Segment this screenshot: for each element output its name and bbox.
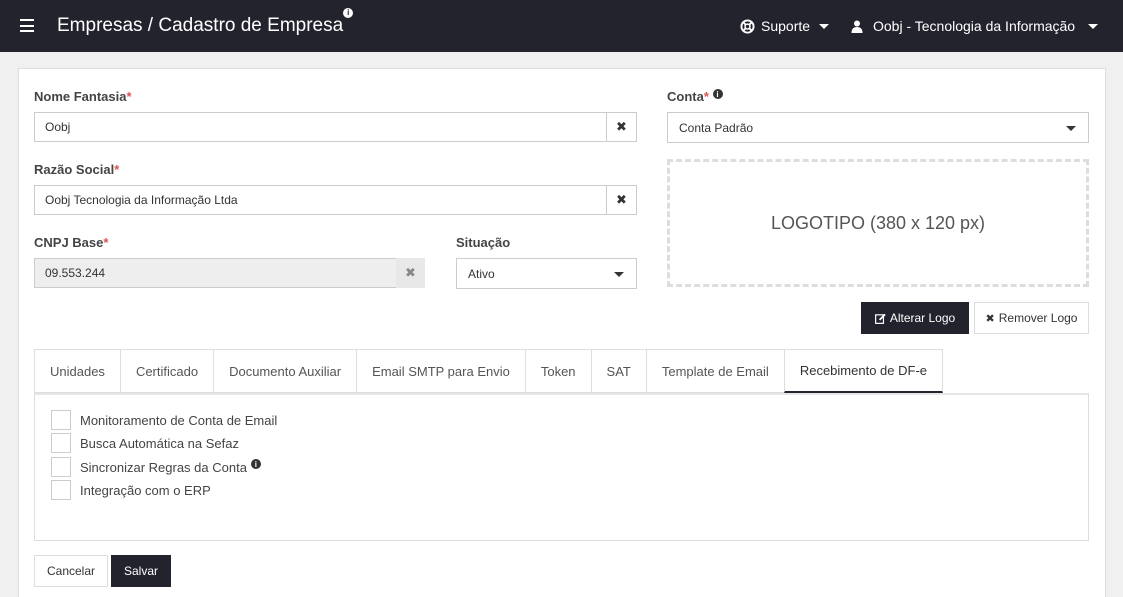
- close-icon: ✖: [985, 312, 995, 325]
- tab-template-email[interactable]: Template de Email: [645, 349, 784, 393]
- checkbox[interactable]: [51, 480, 71, 500]
- edit-icon: [874, 313, 886, 324]
- top-navbar: Empresas / Cadastro de Empresai Suporte …: [0, 0, 1123, 52]
- support-label: Suporte: [761, 18, 811, 34]
- logo-placeholder: LOGOTIPO (380 x 120 px): [667, 159, 1089, 287]
- option-integracao-erp[interactable]: Integração com o ERP: [51, 480, 211, 500]
- lifebuoy-icon: [740, 18, 755, 34]
- conta-label: Conta* i: [667, 89, 723, 104]
- info-icon[interactable]: i: [712, 89, 723, 99]
- situacao-value: Ativo: [468, 266, 495, 281]
- cnpj-base-field: [34, 258, 397, 288]
- tab-unidades[interactable]: Unidades: [34, 349, 120, 393]
- cnpj-base-clear-button: ✖: [396, 258, 425, 288]
- conta-select[interactable]: Conta Padrão: [667, 112, 1089, 143]
- page-title: Empresas / Cadastro de Empresai: [57, 7, 354, 37]
- tab-certificado[interactable]: Certificado: [119, 349, 214, 393]
- change-logo-button[interactable]: Alterar Logo: [861, 302, 969, 334]
- nome-fantasia-field[interactable]: [34, 112, 607, 142]
- razao-social-label: Razão Social*: [34, 162, 120, 177]
- remove-logo-button[interactable]: ✖ Remover Logo: [974, 302, 1089, 334]
- conta-value: Conta Padrão: [679, 120, 754, 135]
- option-busca-automatica-sefaz[interactable]: Busca Automática na Sefaz: [51, 433, 239, 453]
- close-icon: ✖: [616, 192, 627, 207]
- hamburger-menu-icon[interactable]: [20, 19, 34, 32]
- checkbox[interactable]: [51, 457, 71, 477]
- close-icon: ✖: [616, 119, 627, 134]
- tab-panel-recebimento-dfe: Monitoramento de Conta de Email Busca Au…: [34, 393, 1089, 541]
- save-button[interactable]: Salvar: [111, 555, 171, 587]
- razao-social-field[interactable]: [34, 185, 607, 215]
- caret-down-icon: [1066, 126, 1076, 131]
- checkbox[interactable]: [51, 433, 71, 453]
- razao-social-clear-button[interactable]: ✖: [606, 185, 637, 215]
- close-icon: ✖: [405, 265, 416, 280]
- cancel-button[interactable]: Cancelar: [34, 555, 108, 587]
- tab-token[interactable]: Token: [524, 349, 591, 393]
- tab-recebimento-dfe[interactable]: Recebimento de DF-e: [783, 349, 943, 393]
- caret-down-icon: [1088, 23, 1099, 29]
- cnpj-base-label: CNPJ Base*: [34, 235, 109, 250]
- info-icon[interactable]: i: [343, 7, 354, 18]
- tab-sat[interactable]: SAT: [590, 349, 646, 393]
- situacao-label: Situação: [456, 235, 511, 250]
- tab-documento-auxiliar[interactable]: Documento Auxiliar: [213, 349, 357, 393]
- user-menu[interactable]: Oobj - Tecnologia da Informação: [851, 18, 1099, 34]
- cnpj-base-input: [45, 259, 396, 287]
- nome-fantasia-label: Nome Fantasia*: [34, 89, 132, 104]
- tab-email-smtp[interactable]: Email SMTP para Envio: [356, 349, 525, 393]
- option-monitoramento-email[interactable]: Monitoramento de Conta de Email: [51, 410, 277, 430]
- razao-social-input[interactable]: [45, 186, 606, 214]
- situacao-select[interactable]: Ativo: [456, 258, 637, 289]
- option-sincronizar-regras[interactable]: Sincronizar Regras da Conta i: [51, 457, 261, 477]
- support-menu[interactable]: Suporte: [740, 18, 830, 34]
- checkbox[interactable]: [51, 410, 71, 430]
- nome-fantasia-clear-button[interactable]: ✖: [606, 112, 637, 142]
- nome-fantasia-input[interactable]: [45, 113, 606, 141]
- user-label: Oobj - Tecnologia da Informação: [873, 18, 1076, 34]
- caret-down-icon: [819, 23, 830, 29]
- tab-bar: Unidades Certificado Documento Auxiliar …: [34, 349, 943, 393]
- user-icon: [851, 20, 863, 33]
- info-icon[interactable]: i: [250, 459, 261, 469]
- caret-down-icon: [614, 272, 624, 277]
